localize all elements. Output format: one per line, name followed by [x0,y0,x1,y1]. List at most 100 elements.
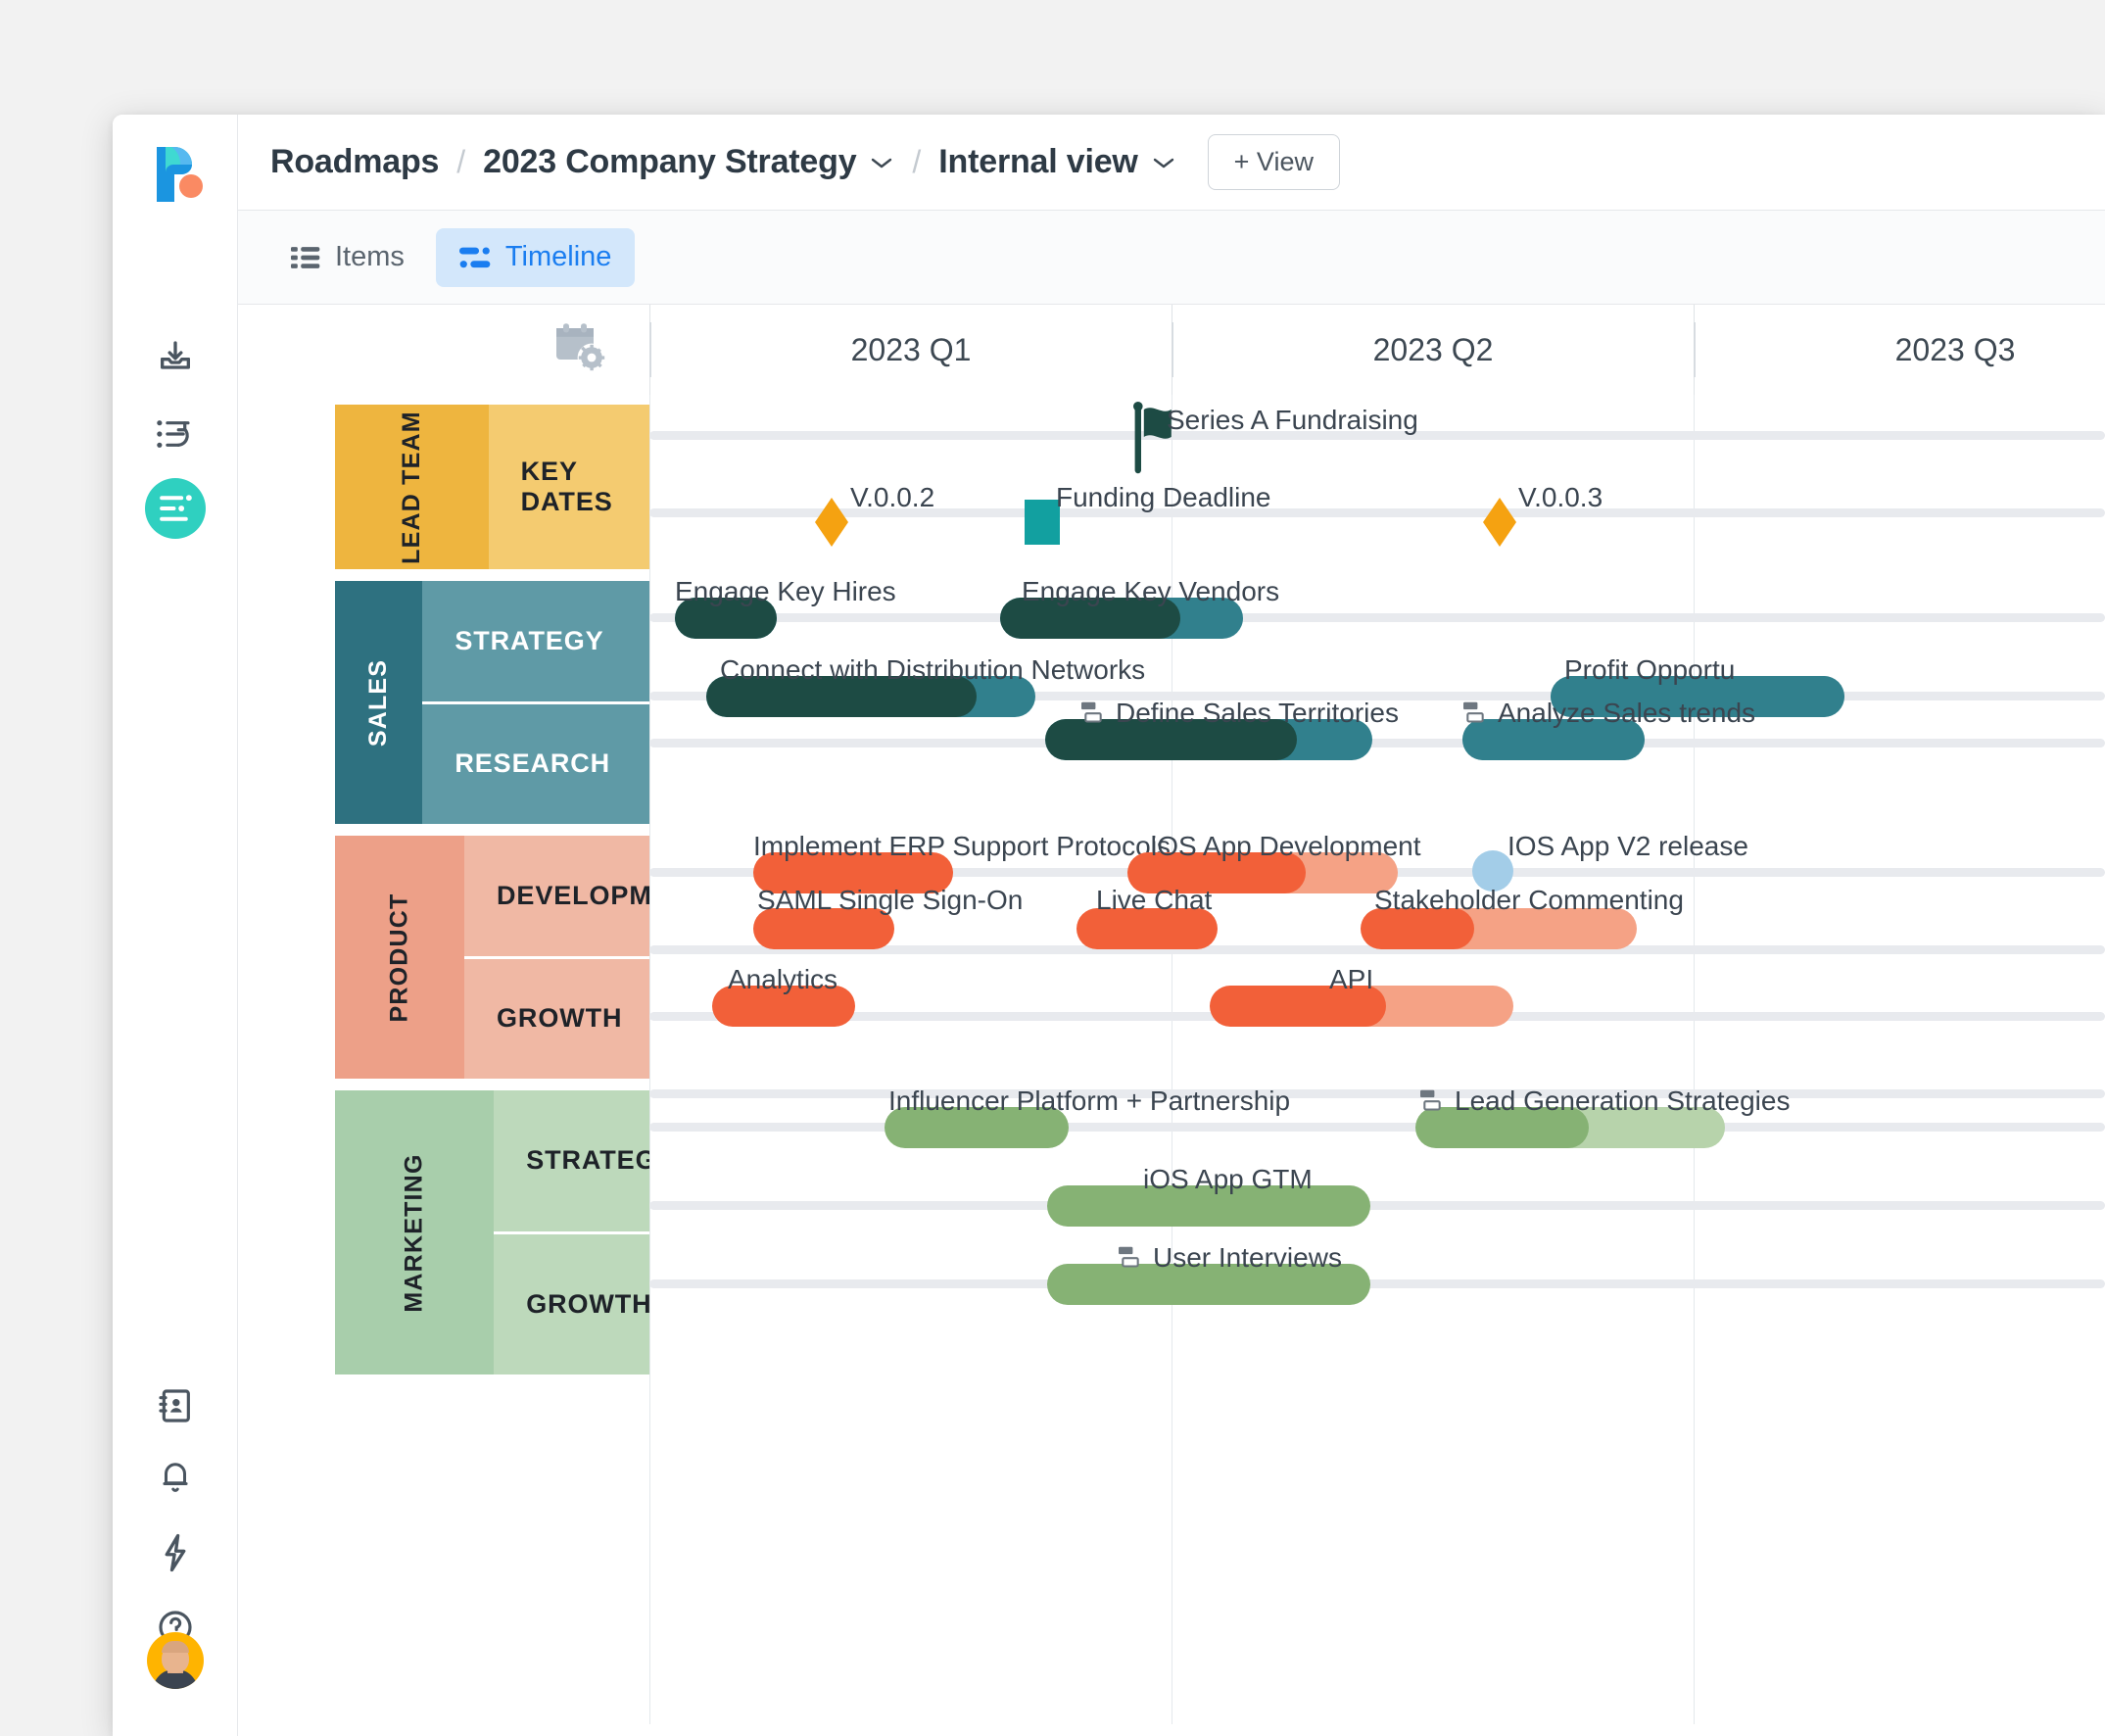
swimlane-row-sales-1[interactable]: RESEARCH [422,700,649,825]
swimlane-row-marketing-1[interactable]: GROWTH [494,1230,649,1375]
swimlane-group-title-product: PRODUCT [335,836,465,1079]
swimlane-row-marketing-0[interactable]: STRATEGY [494,1090,649,1231]
swimlane-row-product-0[interactable]: DEVELOPMENTS [464,836,649,956]
swimlane-row-product-1[interactable]: GROWTH [464,955,649,1080]
timeline-item-label-v003: V.0.0.3 [1518,482,1603,512]
breadcrumb-root[interactable]: Roadmaps [270,143,439,181]
sidebar-item-integrations[interactable] [113,1523,238,1582]
timeline-column-q3: 2023 Q3 [1694,305,2105,395]
timeline-item-label-series-a-fundraising: Series A Fundraising [1167,405,1418,435]
timeline-track-4 [649,739,2105,747]
chevron-down-icon[interactable] [869,155,894,170]
swimlane-group-sales[interactable]: SALES STRATEGY RESEARCH [335,581,649,824]
sub-item-icon [1419,1089,1445,1113]
sidebar-item-import[interactable] [113,328,238,387]
sidebar-item-activity[interactable] [113,405,238,463]
swimlane-group-product[interactable]: PRODUCTDEVELOPMENTSGROWTH [335,836,649,1079]
timeline-header: 2023 Q1 2023 Q2 2023 Q3 [238,305,2105,395]
bell-icon [157,1459,194,1498]
sidebar-item-contacts[interactable] [113,1376,238,1435]
tab-timeline[interactable]: Timeline [435,227,636,287]
main-column: Roadmaps / 2023 Company Strategy / Inter… [238,115,2105,1736]
swimlane-rows-product: DEVELOPMENTSGROWTH [464,836,649,1079]
timeline-item-label-stakeholder-commenting: Stakeholder Commenting [1374,885,1684,915]
timeline-canvas: 2023 Q1 2023 Q2 2023 Q3 LEAD TEAM KEY DAT… [238,305,2105,1736]
timeline-item-label-ios-app-v2-release: IOS App V2 release [1507,831,1748,861]
timeline-item-label-v002: V.0.0.2 [850,482,935,512]
timeline-item-label-lead-generation-strategies: Lead Generation Strategies [1419,1085,1790,1117]
timeline-item-label-ios-app-development: iOS App Development [1151,831,1421,861]
timeline-track-9 [649,1123,2105,1132]
timeline-track-8 [649,1089,2105,1098]
breadcrumb: Roadmaps / 2023 Company Strategy / Inter… [238,115,2105,211]
timeline-item-label-analytics: Analytics [728,964,838,994]
activity-list-icon [155,415,196,453]
breadcrumb-view[interactable]: Internal view [938,143,1138,181]
timeline-track-2 [649,613,2105,622]
sub-item-icon [1118,1246,1143,1270]
tab-timeline-label: Timeline [504,241,612,272]
breadcrumb-roadmap[interactable]: 2023 Company Strategy [483,143,856,181]
timeline-column-q2: 2023 Q2 [1172,305,1694,395]
swimlane-rows-lead-team: KEY DATES [489,405,649,569]
swimlane-group-title-marketing: MARKETING [335,1090,495,1374]
timeline-item-label-engage-key-vendors: Engage Key Vendors [1022,576,1280,606]
left-sidebar [113,115,238,1736]
swimlane-column: LEAD TEAM KEY DATES SALES STRATEGY RESEARCH P… [238,395,649,1736]
gridline-0 [649,395,650,1736]
timeline-item-label-user-interviews: User Interviews [1118,1242,1342,1274]
swimlane-row-lead-team-0[interactable]: KEY DATES [489,405,649,569]
avatar [147,1632,204,1689]
breadcrumb-roadmap-group[interactable]: 2023 Company Strategy [483,143,894,181]
gridline-2 [1694,395,1695,1736]
swimlane-group-title-sales: SALES [335,581,423,824]
breadcrumb-separator-2: / [912,144,922,179]
contacts-book-icon [156,1386,195,1425]
milestone-diamond-v003[interactable] [1483,498,1516,547]
list-icon [291,245,320,270]
breadcrumb-separator-1: / [456,144,466,179]
swimlane-group-title-lead-team: LEAD TEAM [335,405,489,569]
timeline-item-label-implement-erp-support: Implement ERP Support Protocols [753,831,1171,861]
tab-items-label: Items [335,241,405,272]
swimlane-group-marketing[interactable]: MARKETINGSTRATEGYGROWTH [335,1090,649,1374]
timeline-icon [458,245,491,270]
sidebar-item-account[interactable] [113,1631,238,1690]
sub-item-icon [1462,701,1488,725]
tab-items[interactable]: Items [267,228,428,287]
sub-item-icon [1080,701,1106,725]
milestone-square-funding-deadline[interactable] [1025,500,1060,545]
timeline-item-label-saml-single-sign-on: SAML Single Sign-On [757,885,1024,915]
timeline-item-label-analyze-sales-trends: Analyze Sales trends [1462,698,1755,729]
calendar-settings-icon[interactable] [553,322,608,378]
timeline-item-label-connect-distribution-networks: Connect with Distribution Networks [720,654,1146,685]
timeline-settings[interactable] [238,305,649,395]
app-logo[interactable] [113,136,238,209]
swimlane-row-sales-0[interactable]: STRATEGY [422,581,649,701]
timeline-item-label-live-chat: Live Chat [1096,885,1213,915]
add-view-button[interactable]: + View [1207,134,1340,190]
sidebar-item-notifications[interactable] [113,1449,238,1508]
timeline-item-label-api: API [1329,964,1374,994]
import-icon [156,338,195,377]
timeline-track-11 [649,1279,2105,1288]
timeline-track-10 [649,1201,2105,1210]
swimlane-group-lead-team[interactable]: LEAD TEAM KEY DATES [335,405,649,569]
timeline-item-label-ios-app-gtm: iOS App GTM [1143,1164,1313,1194]
timeline-item-label-define-sales-territories: Define Sales Territories [1080,698,1399,729]
timeline-column-q1: 2023 Q1 [649,305,1172,395]
timeline-item-label-funding-deadline: Funding Deadline [1056,482,1271,512]
sidebar-item-roadmaps[interactable] [113,478,238,539]
horizontal-scrollbar[interactable] [238,1724,2105,1736]
timeline-grid: Series A Fundraising V.0.0.2 Funding Deadl… [649,395,2105,1736]
chevron-down-icon-2[interactable] [1151,155,1176,170]
timeline-item-label-engage-key-hires: Engage Key Hires [675,576,896,606]
app-window: Roadmaps / 2023 Company Strategy / Inter… [113,115,2105,1736]
timeline-item-label-influencer-platform: Influencer Platform + Partnership [888,1085,1291,1116]
milestone-diamond-v002[interactable] [815,498,848,547]
lightning-bolt-icon [158,1532,193,1573]
breadcrumb-view-group[interactable]: Internal view [938,143,1175,181]
swimlane-rows-sales: STRATEGY RESEARCH [422,581,649,824]
view-tabs: Items Timeline [238,211,2105,305]
swimlane-rows-marketing: STRATEGYGROWTH [494,1090,649,1374]
